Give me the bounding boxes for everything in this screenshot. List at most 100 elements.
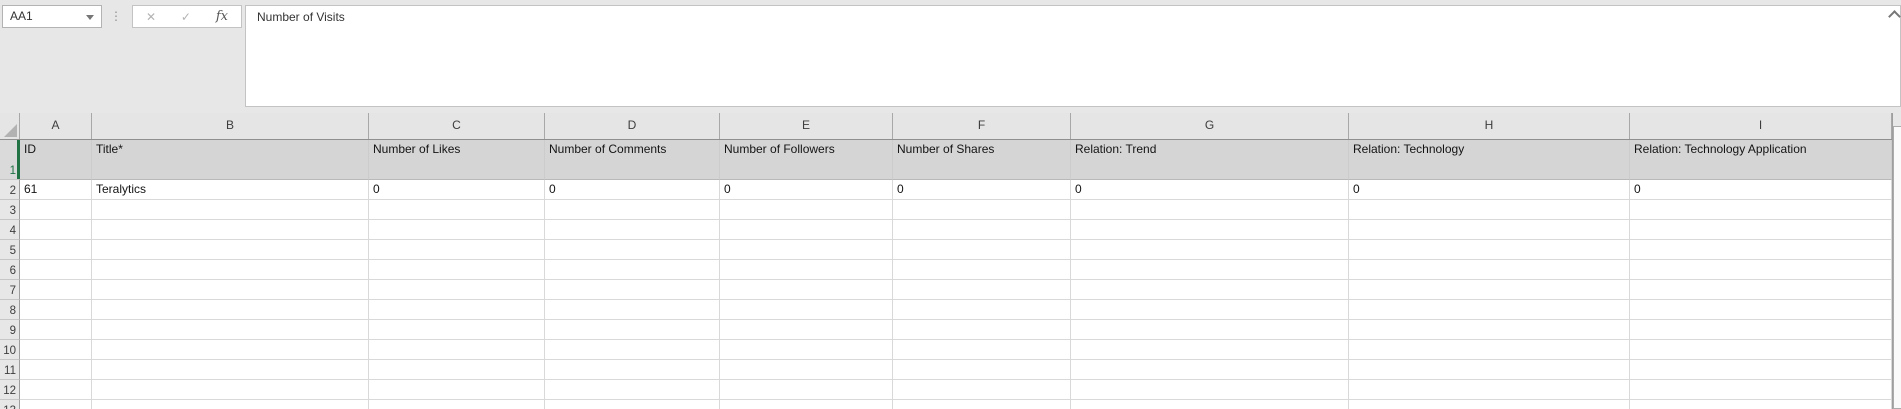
cell-E5[interactable]: [720, 240, 893, 260]
cell-F9[interactable]: [893, 320, 1071, 340]
cell-I4[interactable]: [1630, 220, 1892, 240]
cell-H11[interactable]: [1349, 360, 1630, 380]
cell-A2[interactable]: 61: [20, 180, 92, 200]
cell-I1[interactable]: Relation: Technology Application: [1630, 140, 1892, 180]
cell-C4[interactable]: [369, 220, 545, 240]
cell-D2[interactable]: 0: [545, 180, 720, 200]
column-header-a[interactable]: A: [20, 113, 92, 139]
cell-D4[interactable]: [545, 220, 720, 240]
cell-D10[interactable]: [545, 340, 720, 360]
column-header-g[interactable]: G: [1071, 113, 1349, 139]
column-header-c[interactable]: C: [369, 113, 545, 139]
cell-A13[interactable]: [20, 400, 92, 409]
cell-D1[interactable]: Number of Comments: [545, 140, 720, 180]
cell-E8[interactable]: [720, 300, 893, 320]
cell-G4[interactable]: [1071, 220, 1349, 240]
cell-B13[interactable]: [92, 400, 369, 409]
cell-F12[interactable]: [893, 380, 1071, 400]
cell-C5[interactable]: [369, 240, 545, 260]
cell-D6[interactable]: [545, 260, 720, 280]
cell-H6[interactable]: [1349, 260, 1630, 280]
cell-F1[interactable]: Number of Shares: [893, 140, 1071, 180]
cell-C10[interactable]: [369, 340, 545, 360]
row-header-13[interactable]: 13: [0, 400, 20, 409]
cell-G8[interactable]: [1071, 300, 1349, 320]
cell-E3[interactable]: [720, 200, 893, 220]
cell-G13[interactable]: [1071, 400, 1349, 409]
cell-B12[interactable]: [92, 380, 369, 400]
cell-E9[interactable]: [720, 320, 893, 340]
cell-B3[interactable]: [92, 200, 369, 220]
cell-G7[interactable]: [1071, 280, 1349, 300]
cell-C2[interactable]: 0: [369, 180, 545, 200]
cell-I10[interactable]: [1630, 340, 1892, 360]
cell-E11[interactable]: [720, 360, 893, 380]
row-header-1[interactable]: 1: [0, 140, 20, 180]
cell-H12[interactable]: [1349, 380, 1630, 400]
cell-D7[interactable]: [545, 280, 720, 300]
cell-F5[interactable]: [893, 240, 1071, 260]
cell-A9[interactable]: [20, 320, 92, 340]
enter-button[interactable]: ✓: [181, 10, 191, 24]
cell-B9[interactable]: [92, 320, 369, 340]
row-header-6[interactable]: 6: [0, 260, 20, 280]
cell-H4[interactable]: [1349, 220, 1630, 240]
cell-F13[interactable]: [893, 400, 1071, 409]
column-header-b[interactable]: B: [92, 113, 369, 139]
cell-D12[interactable]: [545, 380, 720, 400]
cell-E12[interactable]: [720, 380, 893, 400]
cell-H13[interactable]: [1349, 400, 1630, 409]
cell-C12[interactable]: [369, 380, 545, 400]
cell-C9[interactable]: [369, 320, 545, 340]
cell-E13[interactable]: [720, 400, 893, 409]
cell-D9[interactable]: [545, 320, 720, 340]
cell-C13[interactable]: [369, 400, 545, 409]
column-header-d[interactable]: D: [545, 113, 720, 139]
cell-G12[interactable]: [1071, 380, 1349, 400]
cell-I9[interactable]: [1630, 320, 1892, 340]
row-header-11[interactable]: 11: [0, 360, 20, 380]
cell-G1[interactable]: Relation: Trend: [1071, 140, 1349, 180]
cell-F10[interactable]: [893, 340, 1071, 360]
cell-D11[interactable]: [545, 360, 720, 380]
cell-H7[interactable]: [1349, 280, 1630, 300]
cell-H1[interactable]: Relation: Technology: [1349, 140, 1630, 180]
row-header-8[interactable]: 8: [0, 300, 20, 320]
cell-F2[interactable]: 0: [893, 180, 1071, 200]
cell-F7[interactable]: [893, 280, 1071, 300]
cell-F3[interactable]: [893, 200, 1071, 220]
cell-B6[interactable]: [92, 260, 369, 280]
column-header-i[interactable]: I: [1630, 113, 1892, 139]
cell-A12[interactable]: [20, 380, 92, 400]
cell-G2[interactable]: 0: [1071, 180, 1349, 200]
cell-I6[interactable]: [1630, 260, 1892, 280]
cell-A4[interactable]: [20, 220, 92, 240]
cell-I11[interactable]: [1630, 360, 1892, 380]
cell-B4[interactable]: [92, 220, 369, 240]
vertical-scrollbar-thumb[interactable]: [1893, 126, 1901, 409]
cell-A6[interactable]: [20, 260, 92, 280]
cell-A3[interactable]: [20, 200, 92, 220]
cell-G3[interactable]: [1071, 200, 1349, 220]
cell-G9[interactable]: [1071, 320, 1349, 340]
name-box-dropdown-icon[interactable]: [86, 15, 94, 20]
row-header-4[interactable]: 4: [0, 220, 20, 240]
cell-C6[interactable]: [369, 260, 545, 280]
row-header-10[interactable]: 10: [0, 340, 20, 360]
cell-E4[interactable]: [720, 220, 893, 240]
cell-C7[interactable]: [369, 280, 545, 300]
cell-C11[interactable]: [369, 360, 545, 380]
cell-B10[interactable]: [92, 340, 369, 360]
cell-B5[interactable]: [92, 240, 369, 260]
row-header-12[interactable]: 12: [0, 380, 20, 400]
cell-H8[interactable]: [1349, 300, 1630, 320]
cell-I3[interactable]: [1630, 200, 1892, 220]
column-header-f[interactable]: F: [893, 113, 1071, 139]
cell-D8[interactable]: [545, 300, 720, 320]
cell-I5[interactable]: [1630, 240, 1892, 260]
row-header-5[interactable]: 5: [0, 240, 20, 260]
cell-E6[interactable]: [720, 260, 893, 280]
cell-G11[interactable]: [1071, 360, 1349, 380]
cell-C3[interactable]: [369, 200, 545, 220]
cell-H9[interactable]: [1349, 320, 1630, 340]
